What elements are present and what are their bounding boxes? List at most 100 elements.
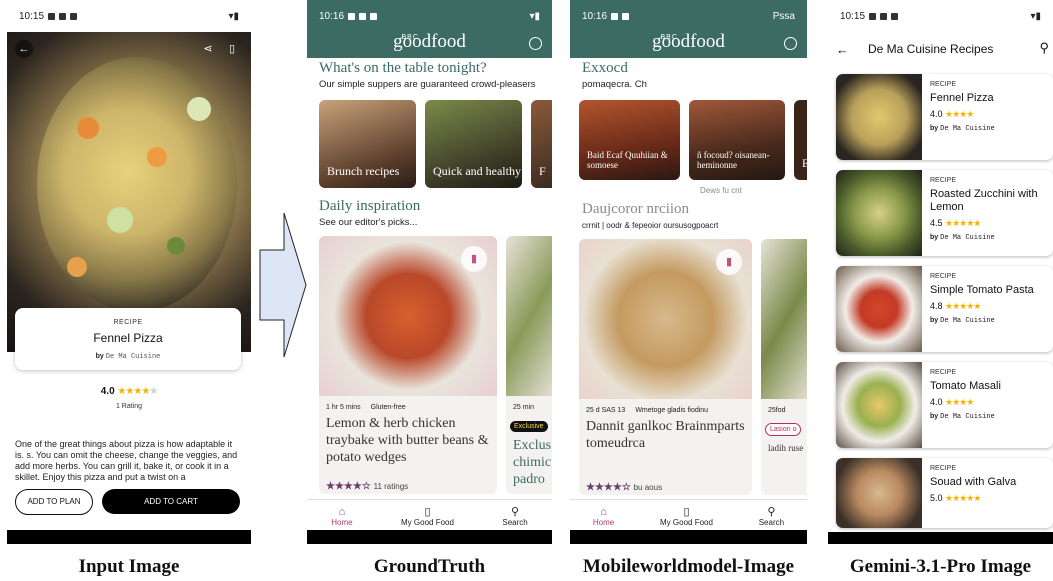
app-bar: ← De Ma Cuisine Recipes ⚲ <box>828 32 1053 66</box>
recipe-author: by De Ma Cuisine <box>930 234 1045 242</box>
author-name[interactable]: De Ma Cuisine <box>106 353 161 361</box>
account-icon[interactable] <box>529 37 542 50</box>
nav-home[interactable]: ⌂ Home <box>331 500 352 530</box>
cook-time: 1 hr 5 mins <box>326 404 361 411</box>
battery-icon: ▾▮ <box>1030 10 1041 22</box>
bookmarks-icon: ▯ <box>683 506 690 518</box>
status-time: 10:15 <box>840 10 866 22</box>
bookmarks-icon: ▯ <box>424 506 431 518</box>
recipe-thumbnail <box>836 458 922 528</box>
star-rating-icon: ★★★★ <box>945 397 974 407</box>
logo-bbc: BBC <box>401 34 419 41</box>
back-arrow-icon[interactable]: ← <box>15 40 33 58</box>
star-rating-icon: ★★★★★ <box>117 386 158 397</box>
nav-search[interactable]: ⚲ Search <box>759 500 784 530</box>
author-name: De Ma Cuisine <box>940 317 995 325</box>
caption-gemini: Gemini-3.1-Pro Image <box>849 556 1032 577</box>
collection-tile[interactable]: F <box>531 100 552 188</box>
pizza-topping <box>67 257 87 277</box>
cook-time: 25 min <box>513 404 535 411</box>
image-icon <box>70 12 78 20</box>
list-item[interactable]: RECIPE Fennel Pizza 4.0 ★★★★ by De Ma Cuisi… <box>836 74 1053 160</box>
cook-time: 25fod <box>768 407 786 414</box>
section-subtitle: See our editor's picks... <box>319 217 418 228</box>
section-title: Daily inspiration <box>319 198 421 214</box>
account-icon[interactable] <box>784 37 797 50</box>
bookmark-icon[interactable]: ▮ <box>461 246 487 272</box>
star-rating-icon: ★★★★☆ <box>326 481 371 492</box>
rating-count: 1 Rating <box>115 403 143 410</box>
collection-tile[interactable]: Baid Ecaf Quuhiian & somoese <box>579 100 680 180</box>
star-rating-icon: ★★★★ <box>945 109 974 119</box>
add-to-plan-button[interactable]: ADD TO PLAN <box>15 489 93 515</box>
list-item[interactable]: RECIPE Roasted Zucchini with Lemon 4.5 ★★★… <box>836 170 1053 256</box>
recipe-thumbnail <box>836 170 922 256</box>
recipe-rating: 4.8 ★★★★★ <box>930 301 1034 312</box>
recipe-title: Exclus chimic padro <box>513 438 552 487</box>
nav-my-good-food[interactable]: ▯ My Good Food <box>401 500 454 530</box>
recipe-author: by De Ma Cuisine <box>930 317 1034 325</box>
exclusive-badge: Lasion o <box>765 423 802 436</box>
recipe-name: Roasted Zucchini with Lemon <box>930 188 1038 213</box>
home-icon: ⌂ <box>600 506 607 518</box>
app-header: BBC goodfood <box>570 31 807 58</box>
goodfood-logo[interactable]: BBC goodfood <box>307 31 552 53</box>
search-icon: ⚲ <box>511 506 520 518</box>
caption-mobileworld: Mobileworldmodel-Image <box>582 556 795 577</box>
recipe-title: ladih ruse <box>768 443 804 453</box>
list-item[interactable]: RECIPE Souad with Galva 5.0 ★★★★★ <box>836 458 1053 528</box>
add-to-cart-button[interactable]: ADD TO CART <box>102 489 240 514</box>
recipe-meta: 25 d SAS 13 Wmetoge gladis fiodinu <box>579 399 752 414</box>
recipe-kicker: RECIPE <box>930 177 957 184</box>
goodfood-logo[interactable]: BBC goodfood <box>570 31 807 53</box>
recipe-card[interactable]: 25 min Exclusive Exclus chimic padro <box>506 236 552 494</box>
collection-tile[interactable]: ñ focoud? oisanean-heminonne <box>689 100 785 180</box>
nav-my-good-food[interactable]: ▯ My Good Food <box>660 500 713 530</box>
collection-tile[interactable]: E <box>794 100 807 180</box>
back-arrow-icon[interactable]: ← <box>836 42 868 57</box>
collection-tile[interactable]: Brunch recipes <box>319 100 416 188</box>
recipe-rating: 5.0 ★★★★★ <box>930 493 1016 504</box>
exclusive-badge: Exclusive <box>510 421 548 432</box>
bookmark-icon[interactable]: ▯ <box>223 40 241 58</box>
status-time: 10:16 <box>319 10 345 22</box>
share-icon[interactable]: ⋖ <box>199 40 217 58</box>
recipe-rating: ★★★★☆ 11 ratings <box>326 481 408 492</box>
section-title: What's on the table tonight? <box>319 60 487 76</box>
status-bar: 10:16 Pssa <box>570 0 807 32</box>
logo-bbc: BBC <box>660 34 678 41</box>
nav-search[interactable]: ⚲ Search <box>502 500 527 530</box>
recipe-meta: 25 min <box>506 396 552 411</box>
mobileworld-panel: 10:16 Pssa BBC goodfood Exxocd pomaqecra.… <box>570 0 807 544</box>
recipe-rating: ★★★★☆ bu aous <box>586 482 662 493</box>
by-label: by <box>930 413 939 420</box>
search-icon[interactable]: ⚲ <box>1039 40 1049 56</box>
list-item[interactable]: RECIPE Simple Tomato Pasta 4.8 ★★★★★ by De … <box>836 266 1053 352</box>
list-item[interactable]: RECIPE Tomato Masali 4.0 ★★★★ by De Ma Cuis… <box>836 362 1053 448</box>
recipe-title: Fennel Pizza <box>93 331 163 345</box>
star-rating-icon: ★★★★★ <box>945 218 981 228</box>
recipe-list: RECIPE Fennel Pizza 4.0 ★★★★ by De Ma Cuisi… <box>828 66 1053 528</box>
status-time: 10:15 <box>19 10 45 22</box>
collection-tile[interactable]: Quick and healthy <box>425 100 522 188</box>
recipe-author: by De Ma Cuisine <box>930 413 1001 421</box>
star-rating-icon: ★★★★☆ <box>586 482 631 493</box>
pizza-topping <box>147 147 167 167</box>
by-label: by <box>95 353 104 360</box>
status-bar: 10:16 ▾▮ <box>307 0 552 32</box>
recipe-rating: 4.5 ★★★★★ <box>930 218 1045 229</box>
bookmark-icon[interactable]: ▮ <box>716 249 742 275</box>
nav-label: Home <box>331 518 353 527</box>
star-rating-icon: ★★★★★ <box>945 301 981 311</box>
battery-icon: ▾▮ <box>228 10 239 22</box>
recipe-card[interactable]: 25fod Lasion o ladih ruse <box>761 239 807 495</box>
system-nav-bar <box>307 530 552 544</box>
recipe-card[interactable]: ▮ 25 d SAS 13 Wmetoge gladis fiodinu Dann… <box>579 239 752 495</box>
status-bar: 10:15 ▾▮ <box>7 0 251 32</box>
tile-label: ñ focoud? oisanean-heminonne <box>697 150 770 170</box>
recipe-card[interactable]: ▮ 1 hr 5 mins Gluten-free Lemon & herb ch… <box>319 236 497 494</box>
nav-home[interactable]: ⌂ Home <box>593 500 614 530</box>
rating-row: 4.0 ★★★★★ <box>7 386 251 397</box>
recipe-title-card: RECIPE Fennel Pizza by De Ma Cuisine <box>15 308 241 370</box>
system-nav-bar <box>7 530 251 544</box>
